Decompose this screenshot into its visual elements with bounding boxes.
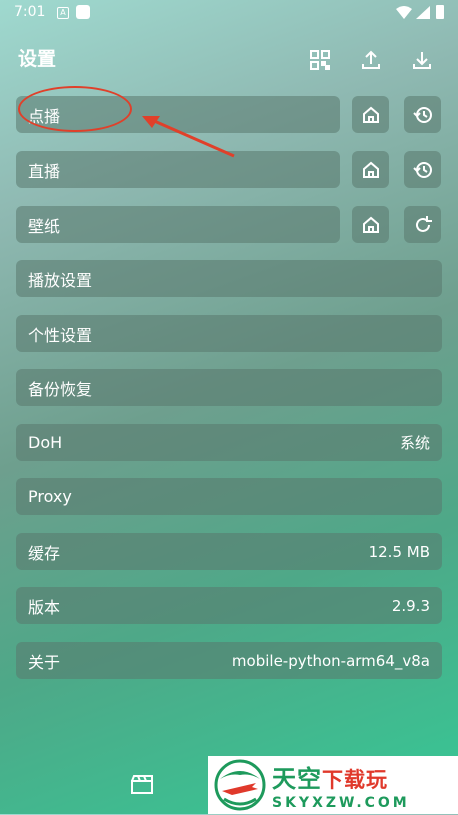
doh-row[interactable]: DoH 系统 (16, 424, 442, 461)
proxy-label: Proxy (28, 487, 72, 506)
status-time: 7:01 (14, 4, 46, 20)
backup-restore-label: 备份恢复 (28, 379, 93, 399)
logo-emblem (212, 759, 268, 811)
personal-settings-label: 个性设置 (28, 325, 93, 345)
proxy-row[interactable]: Proxy (16, 478, 442, 515)
clapperboard-icon[interactable] (130, 774, 154, 794)
about-value: mobile-python-arm64_v8a (231, 651, 430, 670)
highlight-ellipse (18, 86, 132, 132)
annotation-arrow (142, 116, 235, 158)
cache-label: 缓存 (28, 543, 61, 563)
home-icon (362, 216, 379, 233)
version-label: 版本 (28, 597, 61, 617)
doh-label: DoH (28, 433, 63, 452)
playback-settings-label: 播放设置 (28, 270, 93, 290)
home-icon (362, 106, 379, 123)
battery-icon (436, 5, 444, 19)
upload-icon[interactable] (359, 48, 383, 72)
notification-a-icon: A (57, 7, 69, 19)
wallpaper-row[interactable]: 壁纸 (16, 206, 340, 243)
doh-value: 系统 (399, 434, 430, 452)
wallpaper-home-button[interactable] (352, 206, 389, 243)
signal-icon (416, 6, 430, 19)
cache-value: 12.5 MB (368, 542, 430, 561)
watermark-text-a: 天空 (272, 765, 322, 793)
vod-history-button[interactable] (404, 96, 441, 133)
live-history-button[interactable] (404, 151, 441, 188)
live-label: 直播 (28, 161, 61, 181)
wifi-icon (396, 6, 412, 19)
history-icon (412, 106, 432, 123)
watermark-url: SKYXZW.COM (272, 795, 410, 811)
page-title: 设置 (18, 48, 57, 70)
about-row[interactable]: 关于 mobile-python-arm64_v8a (16, 642, 442, 679)
about-label: 关于 (28, 652, 61, 672)
backup-restore-row[interactable]: 备份恢复 (16, 369, 442, 406)
qrcode-icon[interactable] (308, 48, 332, 72)
vod-home-button[interactable] (352, 96, 389, 133)
home-icon (362, 161, 379, 178)
personal-settings-row[interactable]: 个性设置 (16, 315, 442, 352)
history-icon (412, 161, 432, 178)
refresh-icon (415, 215, 432, 232)
playback-settings-row[interactable]: 播放设置 (16, 260, 442, 297)
download-icon[interactable] (410, 48, 434, 72)
cache-row[interactable]: 缓存 12.5 MB (16, 533, 442, 570)
watermark-text-b: 下载玩 (322, 768, 388, 792)
wallpaper-refresh-button[interactable] (404, 206, 441, 243)
version-value: 2.9.3 (391, 596, 430, 615)
version-row[interactable]: 版本 2.9.3 (16, 587, 442, 624)
notification-icon (76, 5, 90, 19)
status-bar: 7:01 A (0, 0, 458, 26)
live-home-button[interactable] (352, 151, 389, 188)
watermark-logo: 天空下载玩 SKYXZW.COM (208, 756, 458, 814)
wallpaper-label: 壁纸 (28, 216, 61, 236)
